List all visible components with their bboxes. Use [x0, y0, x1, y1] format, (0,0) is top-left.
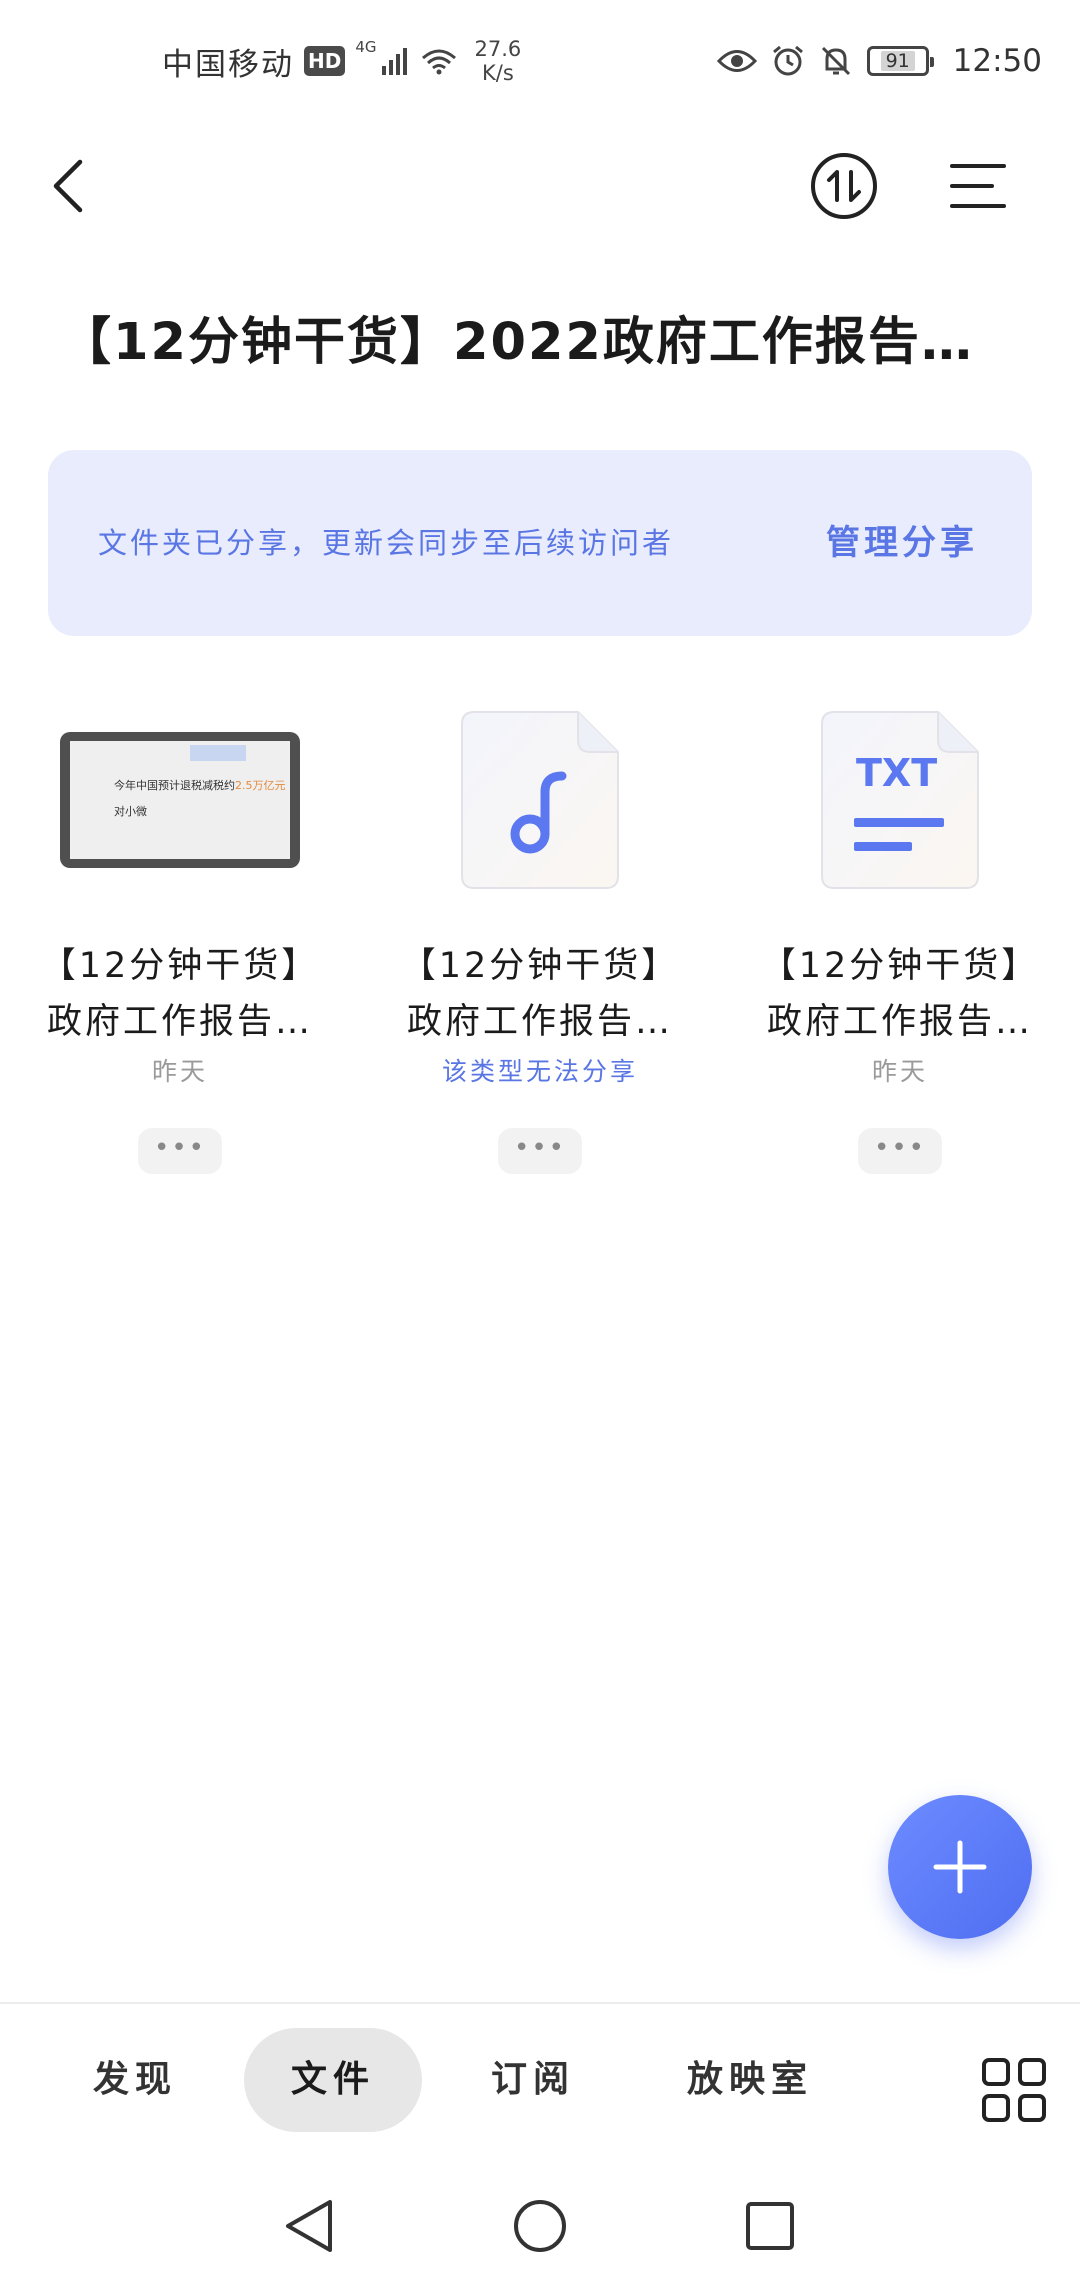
sort-button[interactable] [808, 150, 880, 222]
chevron-left-icon [53, 159, 83, 213]
txt-icon-label: TXT [856, 751, 937, 795]
video-caption-1a: 今年中国预计退税减税约 [114, 779, 235, 792]
battery-level: 91 [880, 51, 915, 71]
back-button[interactable] [36, 150, 100, 222]
file-card-txt[interactable]: TXT 【12分钟干货】 政府工作报告… 昨天 ••• [750, 700, 1050, 1180]
tab-discover[interactable]: 发现 [60, 2028, 210, 2132]
file-date: 昨天 [871, 1057, 928, 1086]
share-notice: 文件夹已分享，更新会同步至后续访问者 [98, 526, 675, 560]
video-frame: 今年中国预计退税减税约2.5万亿元 对小微 [60, 732, 300, 868]
file-name: 【12分钟干货】 政府工作报告… [30, 938, 330, 1050]
menu-button[interactable] [942, 150, 1014, 222]
clock: 12:50 [952, 43, 1042, 79]
file-card-audio[interactable]: 【12分钟干货】 政府工作报告… 该类型无法分享 ••• [390, 700, 690, 1180]
video-caption-1b: 2.5万亿元 [235, 779, 286, 792]
sort-arrows-icon [811, 153, 877, 219]
status-bar: 中国移动 HD 4G 27.6 K/s 91 12:50 [0, 0, 1080, 120]
file-date: 昨天 [151, 1057, 208, 1086]
more-options-button[interactable]: ••• [858, 1128, 942, 1174]
txt-file-thumbnail[interactable]: TXT [750, 700, 1050, 900]
video-caption-1: 今年中国预计退税减税约2.5万亿元 [114, 777, 286, 793]
network-speed: 27.6 K/s [475, 37, 522, 85]
status-right: 91 12:50 [716, 36, 1042, 86]
add-button[interactable] [888, 1795, 1032, 1939]
audio-file-icon [461, 711, 619, 889]
plus-icon [933, 1840, 987, 1894]
tab-subscriptions[interactable]: 订阅 [458, 2028, 608, 2132]
more-options-button[interactable]: ••• [498, 1128, 582, 1174]
manage-share-link[interactable]: 管理分享 [826, 450, 978, 636]
speed-unit: K/s [482, 61, 514, 85]
tab-files[interactable]: 文件 [244, 2028, 422, 2132]
share-unavailable-notice: 该类型无法分享 [441, 1057, 638, 1086]
mute-bell-icon [821, 46, 850, 76]
menu-lines-icon [950, 164, 1006, 208]
tab-screening-room[interactable]: 放映室 [660, 2028, 840, 2132]
video-watermark [190, 745, 246, 761]
wifi-icon [421, 49, 456, 75]
battery-icon: 91 [866, 46, 934, 76]
nav-home-circle-icon[interactable] [510, 2196, 570, 2256]
nav-back-triangle-icon[interactable] [280, 2196, 340, 2256]
hd-badge: HD [304, 46, 346, 76]
file-name-line-1: 【12分钟干货】 [400, 946, 680, 986]
nav-recents-square-icon[interactable] [740, 2196, 800, 2256]
file-name-line-2: 政府工作报告… [46, 1002, 313, 1042]
carrier-name: 中国移动 [162, 46, 294, 83]
grid-icon[interactable] [978, 2054, 1050, 2126]
file-name: 【12分钟干货】 政府工作报告… [750, 938, 1050, 1050]
file-name-line-2: 政府工作报告… [406, 1002, 673, 1042]
signal-icon [381, 48, 407, 75]
video-caption-2: 对小微 [114, 805, 147, 818]
audio-file-thumbnail[interactable] [390, 700, 690, 900]
file-name: 【12分钟干货】 政府工作报告… [390, 938, 690, 1050]
file-card-video[interactable]: 今年中国预计退税减税约2.5万亿元 对小微 【12分钟干货】 政府工作报告… 昨… [30, 700, 330, 1180]
video-frame-content: 今年中国预计退税减税约2.5万亿元 对小微 [70, 741, 290, 859]
share-banner: 文件夹已分享，更新会同步至后续访问者 管理分享 [48, 450, 1032, 636]
alarm-icon [772, 45, 803, 76]
page-title: 【12分钟干货】2022政府工作报告… [60, 313, 974, 372]
more-options-button[interactable]: ••• [138, 1128, 222, 1174]
eye-icon [716, 50, 757, 72]
speed-value: 27.6 [474, 37, 522, 61]
network-type: 4G [355, 38, 377, 56]
file-name-line-2: 政府工作报告… [766, 1002, 1033, 1042]
file-name-line-1: 【12分钟干货】 [760, 946, 1040, 986]
file-name-line-1: 【12分钟干货】 [40, 946, 320, 986]
status-left: 中国移动 HD 4G 27.6 K/s [162, 36, 521, 86]
txt-file-icon: TXT [821, 711, 979, 889]
system-navigation-bar [0, 2160, 1080, 2280]
bottom-tab-bar: 发现 文件 订阅 放映室 [0, 2002, 1080, 2160]
video-thumbnail[interactable]: 今年中国预计退税减税约2.5万亿元 对小微 [30, 700, 330, 900]
